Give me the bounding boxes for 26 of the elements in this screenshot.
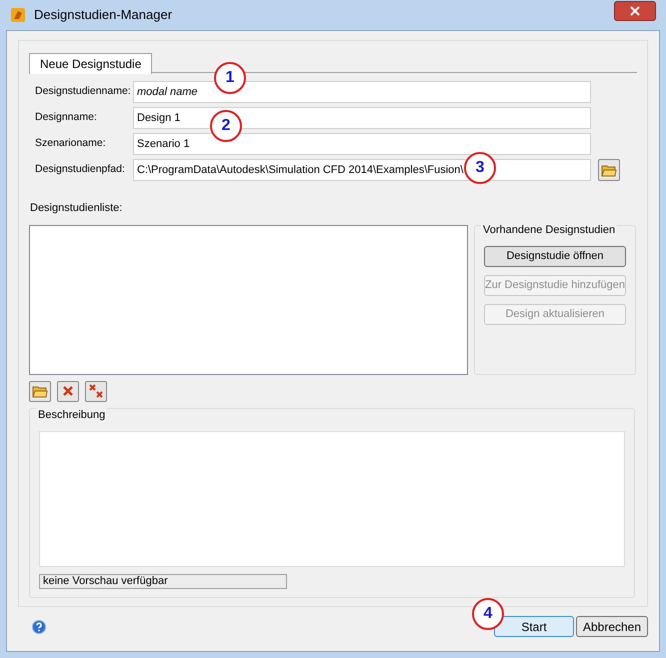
- field-label: Designstudienpfad:: [34, 162, 126, 178]
- open-button[interactable]: [29, 380, 51, 402]
- group-title: Beschreibung: [36, 406, 108, 423]
- window-title: Designstudien-Manager: [34, 6, 172, 24]
- field-label: Szenarioname:: [34, 136, 107, 152]
- browse-button[interactable]: [598, 159, 620, 181]
- app-logo-icon: [10, 7, 26, 23]
- field-label: Designstudienname:: [34, 84, 132, 100]
- text-field[interactable]: Szenario 1: [133, 133, 591, 155]
- dialog-button[interactable]: Start: [494, 616, 574, 637]
- close-button[interactable]: [614, 1, 656, 21]
- list-label: Designstudienliste:: [30, 201, 124, 216]
- close-icon: [630, 6, 640, 16]
- action-button[interactable]: Designstudie öffnen: [484, 246, 626, 266]
- delete-icon: [63, 386, 73, 396]
- folder-icon: [32, 384, 48, 398]
- delete-all-button[interactable]: [85, 380, 107, 402]
- double-cross-icon: [89, 384, 103, 398]
- help-icon[interactable]: [32, 620, 46, 634]
- text-field[interactable]: modal name: [133, 81, 591, 103]
- tab[interactable]: Neue Designstudie: [29, 53, 152, 74]
- preview-status: keine Vorschau verfügbar: [39, 574, 287, 588]
- delete-button[interactable]: [57, 380, 79, 402]
- folder-icon: [601, 163, 617, 177]
- field-label: Designname:: [34, 110, 98, 126]
- dialog-button[interactable]: Abbrechen: [576, 616, 648, 637]
